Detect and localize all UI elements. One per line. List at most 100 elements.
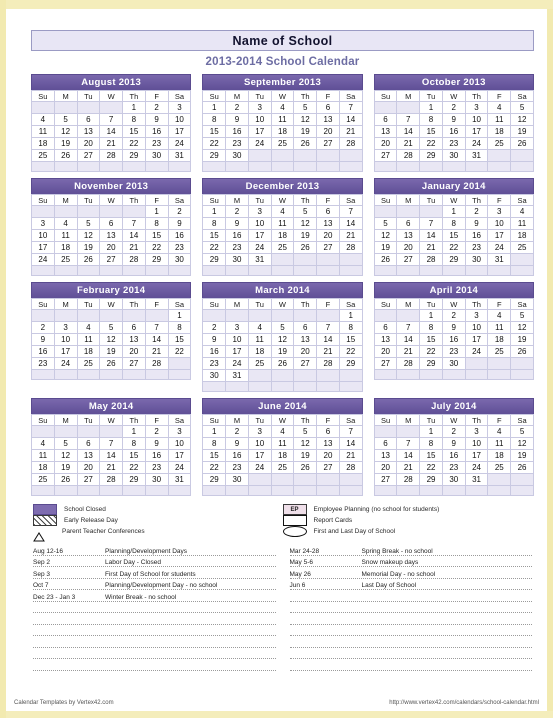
day-cell[interactable]: 1 (122, 425, 146, 438)
day-cell[interactable]: 2 (31, 321, 55, 334)
day-cell[interactable]: 2 (441, 425, 466, 438)
day-cell[interactable]: 9 (225, 437, 249, 450)
day-cell[interactable]: 12 (53, 125, 78, 138)
day-cell[interactable]: 4 (270, 205, 295, 218)
day-cell[interactable]: 27 (293, 357, 318, 370)
day-cell[interactable]: 13 (373, 125, 398, 138)
day-cell[interactable]: 19 (270, 345, 295, 358)
day-cell[interactable]: 27 (316, 461, 340, 474)
day-cell[interactable]: 20 (99, 241, 123, 254)
day-cell[interactable]: 4 (31, 437, 55, 450)
day-cell[interactable]: 16 (144, 449, 169, 462)
day-cell[interactable]: 14 (99, 449, 123, 462)
day-cell[interactable]: 18 (31, 137, 55, 150)
day-cell[interactable]: 27 (122, 357, 146, 370)
school-name-field[interactable]: Name of School (31, 30, 534, 51)
day-cell[interactable]: 25 (31, 149, 55, 162)
day-cell[interactable]: 23 (31, 357, 55, 370)
day-cell[interactable]: 19 (293, 449, 318, 462)
day-cell[interactable]: 14 (396, 449, 421, 462)
day-cell[interactable]: 13 (122, 333, 146, 346)
day-cell[interactable]: 9 (144, 113, 169, 126)
day-cell[interactable]: 21 (99, 461, 123, 474)
day-cell[interactable]: 26 (53, 149, 78, 162)
day-cell[interactable]: 17 (247, 449, 272, 462)
day-cell[interactable]: 22 (122, 137, 146, 150)
day-cell[interactable]: 19 (510, 449, 534, 462)
day-cell[interactable]: 21 (338, 229, 363, 242)
day-cell[interactable]: 14 (316, 333, 340, 346)
day-cell[interactable]: 24 (167, 461, 192, 474)
day-cell[interactable]: 21 (144, 345, 169, 358)
day-cell[interactable]: 6 (373, 437, 398, 450)
day-cell[interactable]: 24 (247, 137, 272, 150)
day-cell[interactable]: 1 (419, 425, 443, 438)
day-cell[interactable]: 10 (167, 113, 192, 126)
day-cell[interactable]: 8 (122, 437, 146, 450)
day-cell[interactable]: 7 (144, 321, 169, 334)
day-cell[interactable]: 25 (31, 473, 55, 486)
day-cell[interactable]: 12 (270, 333, 295, 346)
day-cell[interactable]: 15 (419, 449, 443, 462)
day-cell[interactable]: 8 (202, 437, 227, 450)
day-cell[interactable]: 15 (202, 125, 227, 138)
day-cell[interactable]: 15 (441, 229, 466, 242)
day-cell[interactable]: 17 (464, 333, 489, 346)
day-cell[interactable]: 19 (293, 229, 318, 242)
day-cell[interactable]: 4 (247, 321, 272, 334)
day-cell[interactable]: 24 (247, 241, 272, 254)
day-cell[interactable]: 27 (316, 137, 340, 150)
day-cell[interactable]: 16 (31, 345, 55, 358)
day-cell[interactable]: 8 (338, 321, 363, 334)
day-cell[interactable]: 3 (464, 425, 489, 438)
day-cell[interactable]: 4 (270, 425, 295, 438)
day-cell[interactable]: 6 (396, 217, 421, 230)
day-cell[interactable]: 31 (225, 369, 249, 382)
day-cell[interactable]: 2 (167, 205, 192, 218)
day-cell[interactable]: 5 (53, 437, 78, 450)
day-cell[interactable]: 31 (464, 473, 489, 486)
day-cell[interactable]: 3 (464, 101, 489, 114)
day-cell[interactable]: 15 (419, 125, 443, 138)
day-cell[interactable]: 1 (419, 101, 443, 114)
day-cell[interactable]: 20 (122, 345, 146, 358)
day-cell[interactable]: 3 (167, 101, 192, 114)
day-cell[interactable]: 10 (167, 437, 192, 450)
day-cell[interactable]: 25 (510, 241, 534, 254)
day-cell[interactable]: 21 (419, 241, 443, 254)
day-cell[interactable]: 14 (99, 125, 123, 138)
event-row-blank[interactable] (33, 648, 276, 659)
day-cell[interactable]: 29 (441, 253, 466, 266)
day-cell[interactable]: 15 (122, 125, 146, 138)
day-cell[interactable]: 16 (144, 125, 169, 138)
day-cell[interactable]: 29 (419, 149, 443, 162)
day-cell[interactable]: 1 (202, 205, 227, 218)
day-cell[interactable]: 8 (167, 321, 192, 334)
day-cell[interactable]: 9 (441, 437, 466, 450)
day-cell[interactable]: 7 (338, 101, 363, 114)
event-row[interactable]: Sep 3 First Day of School for students (33, 567, 276, 579)
day-cell[interactable]: 3 (225, 321, 249, 334)
day-cell[interactable]: 15 (144, 229, 169, 242)
day-cell[interactable]: 11 (270, 113, 295, 126)
day-cell[interactable]: 19 (53, 461, 78, 474)
day-cell[interactable]: 26 (293, 241, 318, 254)
event-row[interactable]: Oct 7 Planning/Development Day - no schoo… (33, 579, 276, 590)
day-cell[interactable]: 25 (270, 461, 295, 474)
day-cell[interactable]: 22 (202, 241, 227, 254)
day-cell[interactable]: 28 (338, 461, 363, 474)
day-cell[interactable]: 2 (464, 205, 489, 218)
day-cell[interactable]: 4 (31, 113, 55, 126)
day-cell[interactable]: 30 (225, 149, 249, 162)
day-cell[interactable]: 17 (464, 125, 489, 138)
day-cell[interactable]: 5 (293, 205, 318, 218)
day-cell[interactable]: 4 (53, 217, 78, 230)
day-cell[interactable]: 28 (338, 241, 363, 254)
day-cell[interactable]: 15 (202, 449, 227, 462)
day-cell[interactable]: 31 (464, 149, 489, 162)
day-cell[interactable]: 13 (373, 333, 398, 346)
day-cell[interactable]: 30 (167, 253, 192, 266)
day-cell[interactable]: 19 (76, 241, 101, 254)
day-cell[interactable]: 11 (53, 229, 78, 242)
day-cell[interactable]: 27 (373, 357, 398, 370)
